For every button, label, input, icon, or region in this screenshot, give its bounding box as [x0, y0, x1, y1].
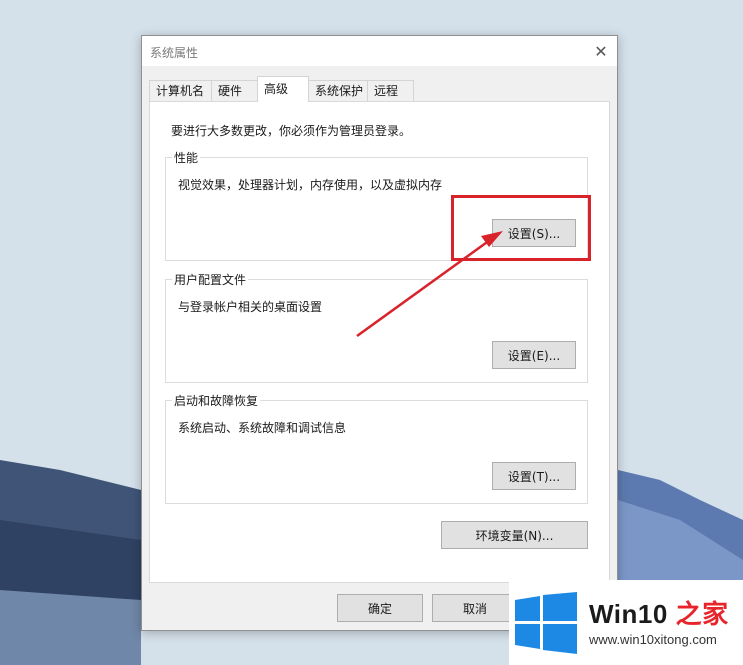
user-profiles-description: 与登录帐户相关的桌面设置 [178, 300, 323, 314]
dialog-title: 系统属性 [150, 46, 199, 60]
user-profiles-settings-button[interactable]: 设置(E)... [492, 341, 576, 369]
tab-panel-advanced: 要进行大多数更改，你必须作为管理员登录。 性能 视觉效果，处理器计划，内存使用，… [149, 101, 610, 583]
watermark-url: www.win10xitong.com [589, 632, 717, 647]
windows-logo-icon [515, 592, 577, 654]
performance-settings-button[interactable]: 设置(S)... [492, 219, 576, 247]
user-profiles-group: 用户配置文件 与登录帐户相关的桌面设置 设置(E)... [165, 271, 588, 383]
tab-advanced[interactable]: 高级 [257, 76, 309, 102]
performance-group-title: 性能 [172, 149, 201, 166]
tab-computer-name[interactable]: 计算机名 [149, 80, 212, 101]
watermark-brand-prefix: Win10 [589, 599, 668, 629]
cancel-button[interactable]: 取消 [432, 594, 518, 622]
user-profiles-group-title: 用户配置文件 [172, 271, 249, 288]
startup-recovery-description: 系统启动、系统故障和调试信息 [178, 421, 347, 435]
admin-note: 要进行大多数更改，你必须作为管理员登录。 [171, 124, 412, 138]
close-button[interactable]: ✕ [585, 36, 617, 66]
title-bar: 系统属性 ✕ [142, 36, 617, 66]
startup-recovery-settings-button[interactable]: 设置(T)... [492, 462, 576, 490]
startup-recovery-group-title: 启动和故障恢复 [172, 392, 261, 409]
watermark-brand: Win10 之家 [589, 594, 729, 631]
environment-variables-button[interactable]: 环境变量(N)... [441, 521, 588, 549]
win10-watermark: Win10 之家 www.win10xitong.com [509, 580, 743, 665]
tab-remote[interactable]: 远程 [367, 80, 414, 101]
performance-group: 性能 视觉效果，处理器计划，内存使用，以及虚拟内存 设置(S)... [165, 149, 588, 261]
system-properties-dialog: 系统属性 ✕ 计算机名 硬件 高级 系统保护 远程 要进行大多数更改，你必须作为… [141, 35, 618, 631]
performance-description: 视觉效果，处理器计划，内存使用，以及虚拟内存 [178, 178, 443, 192]
tab-system-protection[interactable]: 系统保护 [308, 80, 368, 101]
tab-hardware[interactable]: 硬件 [211, 80, 258, 101]
ok-button[interactable]: 确定 [337, 594, 423, 622]
startup-recovery-group: 启动和故障恢复 系统启动、系统故障和调试信息 设置(T)... [165, 392, 588, 504]
close-icon: ✕ [594, 41, 608, 61]
watermark-brand-suffix: 之家 [667, 599, 729, 629]
